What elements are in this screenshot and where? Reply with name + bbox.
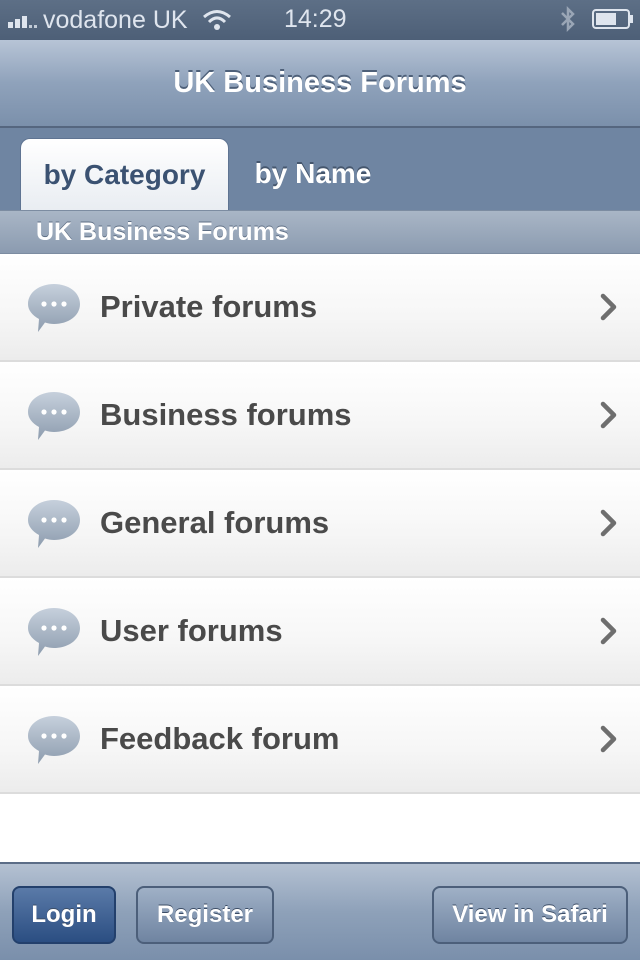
forum-row-business[interactable]: Business forums (0, 362, 640, 470)
navigation-bar: UK Business Forums (0, 40, 640, 128)
forum-row-user[interactable]: User forums (0, 578, 640, 686)
status-time: 14:29 (284, 5, 347, 33)
chevron-right-icon (600, 725, 617, 753)
signal-icon (8, 12, 39, 28)
speech-bubble-icon (28, 500, 80, 548)
speech-bubble-icon (28, 608, 80, 656)
chevron-right-icon (600, 293, 617, 321)
forum-row-general[interactable]: General forums (0, 470, 640, 578)
chevron-right-icon (600, 401, 617, 429)
carrier-name: vodafone UK (43, 5, 188, 34)
register-button[interactable]: Register (136, 886, 274, 944)
view-in-safari-button[interactable]: View in Safari (432, 886, 628, 944)
bottom-toolbar: Login Register View in Safari (0, 862, 640, 960)
speech-bubble-icon (28, 392, 80, 440)
status-bar: vodafone UK 14:29 (0, 0, 640, 40)
tab-strip: by Category by Name (0, 128, 640, 210)
chevron-right-icon (600, 617, 617, 645)
bluetooth-icon (561, 5, 575, 33)
section-header: UK Business Forums (0, 210, 640, 254)
tab-by-category[interactable]: by Category (20, 138, 229, 210)
page-title: UK Business Forums (173, 66, 467, 99)
speech-bubble-icon (28, 284, 80, 332)
forum-label: General forums (100, 505, 330, 540)
forum-label: Private forums (100, 289, 318, 324)
battery-icon (592, 9, 633, 29)
forum-row-private[interactable]: Private forums (0, 254, 640, 362)
forum-label: Business forums (100, 397, 352, 432)
tab-by-name[interactable]: by Name (240, 138, 386, 210)
forum-row-feedback[interactable]: Feedback forum (0, 686, 640, 794)
chevron-right-icon (600, 509, 617, 537)
speech-bubble-icon (28, 716, 80, 764)
forum-label: User forums (100, 613, 283, 648)
forum-label: Feedback forum (100, 721, 340, 756)
login-button[interactable]: Login (12, 886, 116, 944)
forum-list: Private forums Business forums General f… (0, 254, 640, 794)
wifi-icon (202, 10, 231, 30)
